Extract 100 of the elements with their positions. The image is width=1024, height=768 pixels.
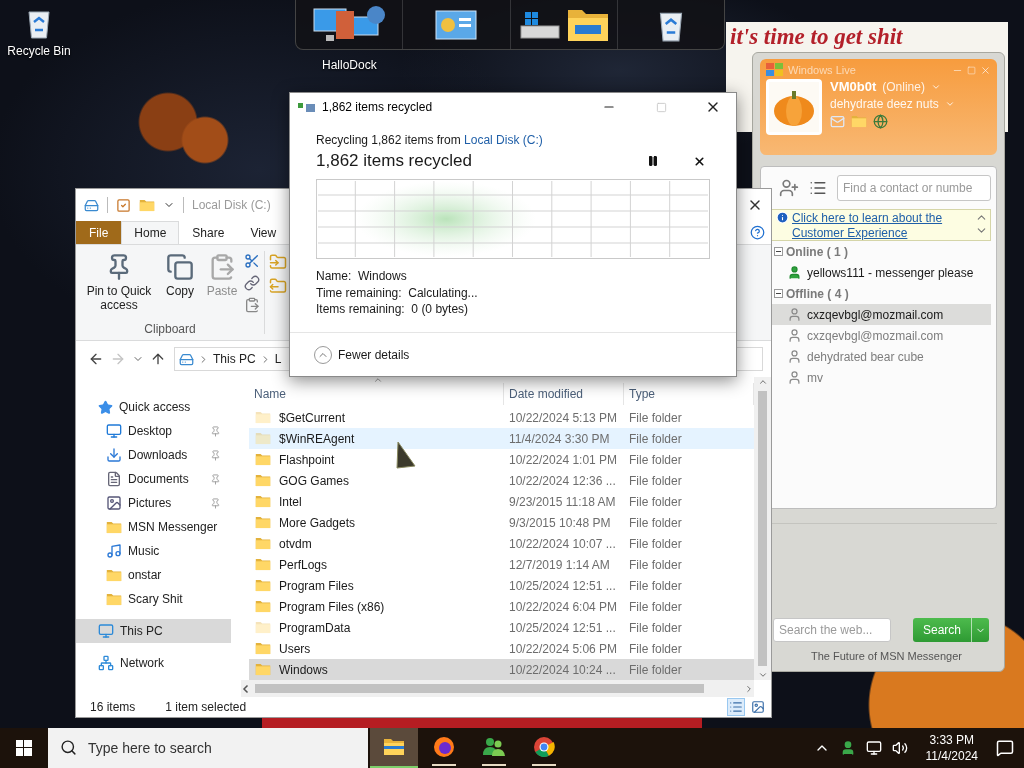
nav-item[interactable]: onstar <box>76 563 231 587</box>
ribbon-button[interactable]: Copy <box>160 249 200 299</box>
contact-search-field[interactable]: Find a contact or numbe <box>837 175 991 201</box>
type-cell-text: File folder <box>628 410 683 425</box>
contact-item[interactable]: cxzqevbgl@mozmail.com <box>771 304 991 325</box>
taskbar-search-field[interactable]: Type here to search <box>48 728 368 768</box>
dock-label: HalloDock <box>322 58 377 72</box>
ribbon-tab[interactable]: Share <box>179 221 238 244</box>
file-row[interactable]: ProgramData 10/25/2024 12:51 ... File folder <box>249 617 754 638</box>
desktop-shortcut[interactable]: Recycle Bin <box>2 6 76 58</box>
date-cell-text: 10/22/2024 12:36 ... <box>508 473 617 488</box>
user-name: VM0b0t <box>830 79 877 94</box>
group-header[interactable]: Offline ( 4 ) <box>771 283 991 304</box>
date-cell-text: 10/22/2024 10:07 ... <box>508 536 617 551</box>
file-row[interactable]: PerfLogs 12/7/2019 1:14 AM File folder <box>249 554 754 575</box>
file-row[interactable]: Program Files 10/25/2024 12:51 ... File folder <box>249 575 754 596</box>
detail-text: Items remaining: 0 (0 bytes) <box>316 302 470 317</box>
source-link[interactable]: Local Disk (C:) <box>464 133 543 147</box>
date-cell-text: 10/22/2024 5:06 PM <box>508 641 619 656</box>
type-cell-text: File folder <box>628 599 683 614</box>
column-header[interactable]: Date modified <box>504 383 624 405</box>
file-name: $WinREAgent <box>278 431 355 446</box>
file-name: More Gadgets <box>278 515 356 530</box>
selection-count: 1 item selected <box>165 700 247 714</box>
note-text: it's time to get shit <box>730 24 903 50</box>
date-cell-text: 10/25/2024 12:51 ... <box>508 620 617 635</box>
progress-summary: Recycling 1,862 items from Local Disk (C:) <box>316 133 544 147</box>
file-name: Intel <box>278 494 302 509</box>
date-cell-text: 9/3/2015 10:48 PM <box>508 515 612 530</box>
item-count: 16 items <box>90 700 136 714</box>
footer-text: The Future of MSN Messenger <box>810 649 963 664</box>
date-cell-text: 9/23/2015 11:18 AM <box>508 494 617 509</box>
file-name: PerfLogs <box>278 557 328 572</box>
file-name: ProgramData <box>278 620 351 635</box>
fewer-details-button[interactable]: Fewer details <box>314 345 410 364</box>
ribbon-tab[interactable]: Home <box>121 221 180 244</box>
date-cell-text: 11/4/2024 3:30 PM <box>508 431 611 446</box>
group-label: Clipboard <box>144 322 196 338</box>
date-cell-text: 10/22/2024 10:24 ... <box>508 662 617 677</box>
file-name: GOG Games <box>278 473 349 488</box>
nav-item[interactable]: Pictures <box>76 491 231 515</box>
file-row[interactable]: Users 10/22/2024 5:06 PM File folder <box>249 638 754 659</box>
brand-text: Windows Live <box>788 64 856 76</box>
breadcrumb[interactable]: This PC <box>213 352 256 366</box>
column-header[interactable]: Name <box>249 383 504 405</box>
nav-item[interactable]: Quick access <box>76 395 231 419</box>
ribbon-button[interactable]: Pin to Quick access <box>80 249 158 313</box>
nav-item[interactable]: Documents <box>76 467 231 491</box>
contact-item[interactable]: mv <box>771 367 991 388</box>
nav-item[interactable]: Network <box>76 651 231 675</box>
type-cell-text: File folder <box>628 620 683 635</box>
file-name: Flashpoint <box>278 452 335 467</box>
date-cell-text: 10/22/2024 6:04 PM <box>508 599 619 614</box>
type-cell-text: File folder <box>628 515 683 530</box>
file-row[interactable]: Intel 9/23/2015 11:18 AM File folder <box>249 491 754 512</box>
file-menu-tab[interactable]: File <box>76 221 122 244</box>
type-cell-text: File folder <box>628 662 683 677</box>
type-cell-text: File folder <box>628 452 683 467</box>
file-name: Program Files (x86) <box>278 599 385 614</box>
file-row[interactable]: Program Files (x86) 10/22/2024 6:04 PM File folder <box>249 596 754 617</box>
type-cell-text: File folder <box>628 494 683 509</box>
contact-item[interactable]: cxzqevbgl@mozmail.com <box>771 325 991 346</box>
file-row[interactable]: GOG Games 10/22/2024 12:36 ... File folder <box>249 470 754 491</box>
breadcrumb[interactable]: L <box>274 352 282 366</box>
detail-text: Name: Windows <box>316 269 408 284</box>
date-cell-text: 12/7/2019 1:14 AM <box>508 557 611 572</box>
nav-item[interactable]: Music <box>76 539 231 563</box>
window-title: Local Disk (C:) <box>192 198 271 212</box>
detail-text: Time remaining: Calculating... <box>316 285 479 300</box>
group-header[interactable]: Online ( 1 ) <box>771 241 991 262</box>
ribbon-tab[interactable]: View <box>237 221 290 244</box>
file-name: $GetCurrent <box>278 410 346 425</box>
file-row[interactable]: More Gadgets 9/3/2015 10:48 PM File folder <box>249 512 754 533</box>
dialog-title: 1,862 items recycled <box>322 100 433 114</box>
contact-item[interactable]: dehydrated bear cube <box>771 346 991 367</box>
type-cell-text: File folder <box>628 578 683 593</box>
nav-item[interactable]: MSN Messenger <box>76 515 231 539</box>
file-row[interactable]: otvdm 10/22/2024 10:07 ... File folder <box>249 533 754 554</box>
date-cell-text: 10/25/2024 12:51 ... <box>508 578 617 593</box>
nav-item[interactable]: This PC <box>76 619 231 643</box>
contact-item[interactable]: yellows111 - messenger please <box>771 262 991 283</box>
file-row[interactable]: Flashpoint 10/22/2024 1:01 PM File folder <box>249 449 754 470</box>
file-row[interactable]: $GetCurrent 10/22/2024 5:13 PM File folder <box>249 407 754 428</box>
date-cell-text: 10/22/2024 1:01 PM <box>508 452 619 467</box>
type-cell-text: File folder <box>628 557 683 572</box>
info-link[interactable]: Click here to learn about the Customer Experience <box>792 211 952 241</box>
type-cell-text: File folder <box>628 473 683 488</box>
file-row[interactable]: Windows 10/22/2024 10:24 ... File folder <box>249 659 754 680</box>
nav-item[interactable]: Scary Shit <box>76 587 231 611</box>
type-cell-text: File folder <box>628 536 683 551</box>
type-cell-text: File folder <box>628 641 683 656</box>
nav-item[interactable]: Downloads <box>76 443 231 467</box>
file-name: otvdm <box>278 536 312 551</box>
file-row[interactable]: $WinREAgent 11/4/2024 3:30 PM File folder <box>249 428 754 449</box>
nav-item[interactable]: Desktop <box>76 419 231 443</box>
file-name: Program Files <box>278 578 354 593</box>
type-cell-text: File folder <box>628 431 683 446</box>
file-name: Windows <box>278 662 328 677</box>
clock[interactable]: 3:33 PM 11/4/2024 <box>925 732 978 764</box>
web-search-field[interactable]: Search the web... <box>773 618 891 642</box>
